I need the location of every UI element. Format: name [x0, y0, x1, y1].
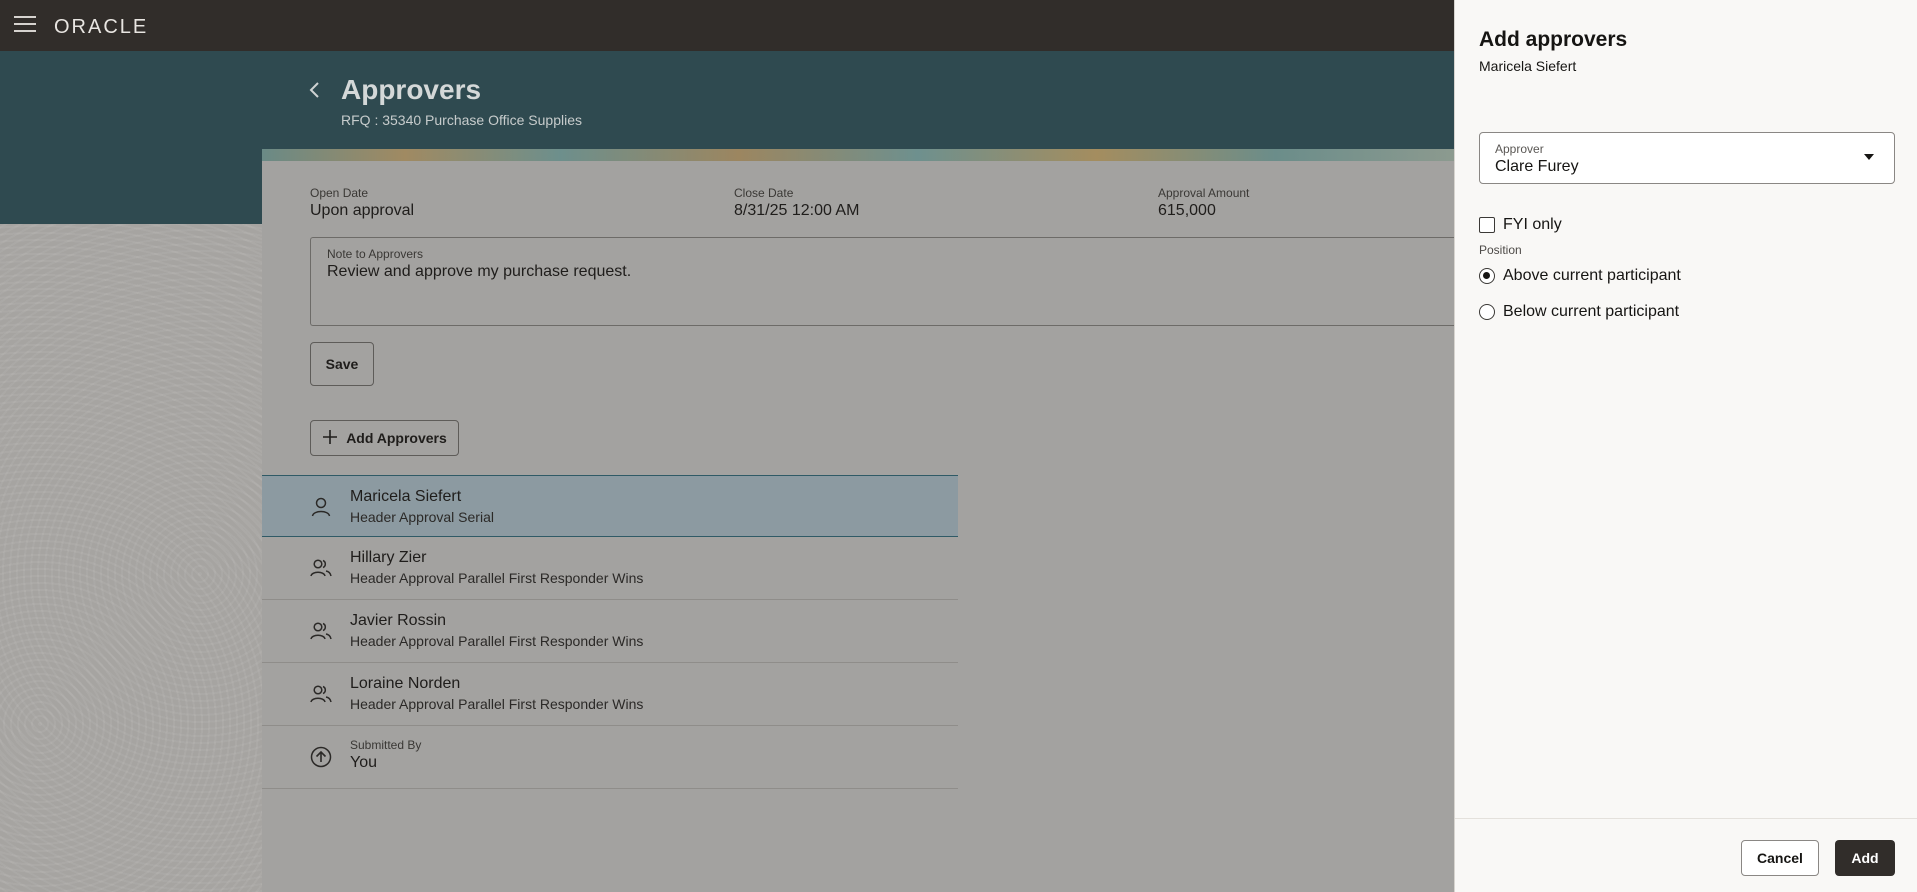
- hamburger-menu-icon[interactable]: [14, 16, 36, 34]
- list-item[interactable]: Javier Rossin Header Approval Parallel F…: [262, 600, 958, 663]
- approver-label: Approver: [1495, 142, 1544, 156]
- approvers-list: Maricela Siefert Header Approval Serial …: [262, 475, 958, 789]
- page-title: Approvers: [341, 74, 482, 105]
- drawer-title: Add approvers: [1479, 28, 1628, 51]
- position-label: Position: [1479, 243, 1522, 257]
- fyi-only-label: FYI only: [1503, 216, 1562, 233]
- note-value[interactable]: Review and approve my purchase request.: [327, 263, 631, 281]
- save-button[interactable]: Save: [310, 342, 374, 386]
- checkbox-box[interactable]: [1479, 217, 1495, 233]
- approver-value: Clare Furey: [1495, 158, 1579, 175]
- radio-button[interactable]: [1479, 268, 1495, 284]
- list-item[interactable]: Hillary Zier Header Approval Parallel Fi…: [262, 537, 958, 600]
- add-approvers-button[interactable]: Add Approvers: [310, 420, 459, 456]
- add-approvers-drawer: Add approvers Maricela Siefert Approver …: [1454, 0, 1917, 892]
- submit-arrow-icon: [310, 746, 332, 768]
- people-icon: [310, 620, 332, 642]
- approver-name: Loraine Norden: [350, 675, 461, 692]
- back-arrow-icon[interactable]: [305, 80, 325, 100]
- add-button[interactable]: Add: [1835, 840, 1895, 876]
- caret-down-icon[interactable]: [1864, 154, 1874, 160]
- approver-role: Header Approval Parallel First Responder…: [350, 570, 644, 586]
- note-to-approvers-field[interactable]: Note to Approvers Review and approve my …: [310, 237, 1454, 326]
- drawer-subtitle: Maricela Siefert: [1479, 58, 1577, 74]
- background-pattern: [0, 224, 262, 892]
- submitted-by-label: Submitted By: [350, 738, 422, 752]
- list-item[interactable]: Loraine Norden Header Approval Parallel …: [262, 663, 958, 726]
- fyi-only-checkbox[interactable]: FYI only: [1479, 216, 1562, 234]
- open-date-value: Upon approval: [310, 202, 415, 219]
- approver-select[interactable]: Approver Clare Furey: [1479, 132, 1895, 184]
- position-below-radio[interactable]: Below current participant: [1479, 303, 1679, 321]
- close-date-label: Close Date: [734, 186, 794, 200]
- open-date-label: Open Date: [310, 186, 369, 200]
- radio-button[interactable]: [1479, 304, 1495, 320]
- list-item[interactable]: Maricela Siefert Header Approval Serial: [262, 475, 958, 537]
- drawer-footer: Cancel Add: [1455, 818, 1917, 892]
- position-above-radio[interactable]: Above current participant: [1479, 267, 1681, 285]
- approver-role: Header Approval Serial: [350, 509, 494, 525]
- submitted-by-row: Submitted By You: [262, 726, 958, 789]
- radio-label: Above current participant: [1503, 267, 1681, 284]
- add-approvers-label: Add Approvers: [346, 430, 447, 446]
- approver-role: Header Approval Parallel First Responder…: [350, 633, 644, 649]
- approval-amount-label: Approval Amount: [1158, 186, 1250, 200]
- approval-amount-value: 615,000: [1158, 202, 1216, 219]
- approver-role: Header Approval Parallel First Responder…: [350, 696, 644, 712]
- card-banner: [262, 149, 1454, 161]
- note-label: Note to Approvers: [327, 247, 424, 261]
- cancel-button[interactable]: Cancel: [1741, 840, 1819, 876]
- approver-name: Maricela Siefert: [350, 488, 462, 505]
- approvers-card: Open Date Upon approval Close Date 8/31/…: [262, 149, 1454, 892]
- submitted-by-value: You: [350, 754, 377, 771]
- people-icon: [310, 557, 332, 579]
- people-icon: [310, 683, 332, 705]
- plus-icon: [322, 429, 338, 448]
- person-icon: [310, 496, 332, 518]
- close-date-value: 8/31/25 12:00 AM: [734, 202, 860, 219]
- approver-name: Hillary Zier: [350, 549, 427, 566]
- radio-label: Below current participant: [1503, 303, 1680, 320]
- approver-name: Javier Rossin: [350, 612, 447, 629]
- oracle-logo[interactable]: ORACLE: [54, 16, 148, 39]
- page-subtitle: RFQ : 35340 Purchase Office Supplies: [341, 112, 582, 128]
